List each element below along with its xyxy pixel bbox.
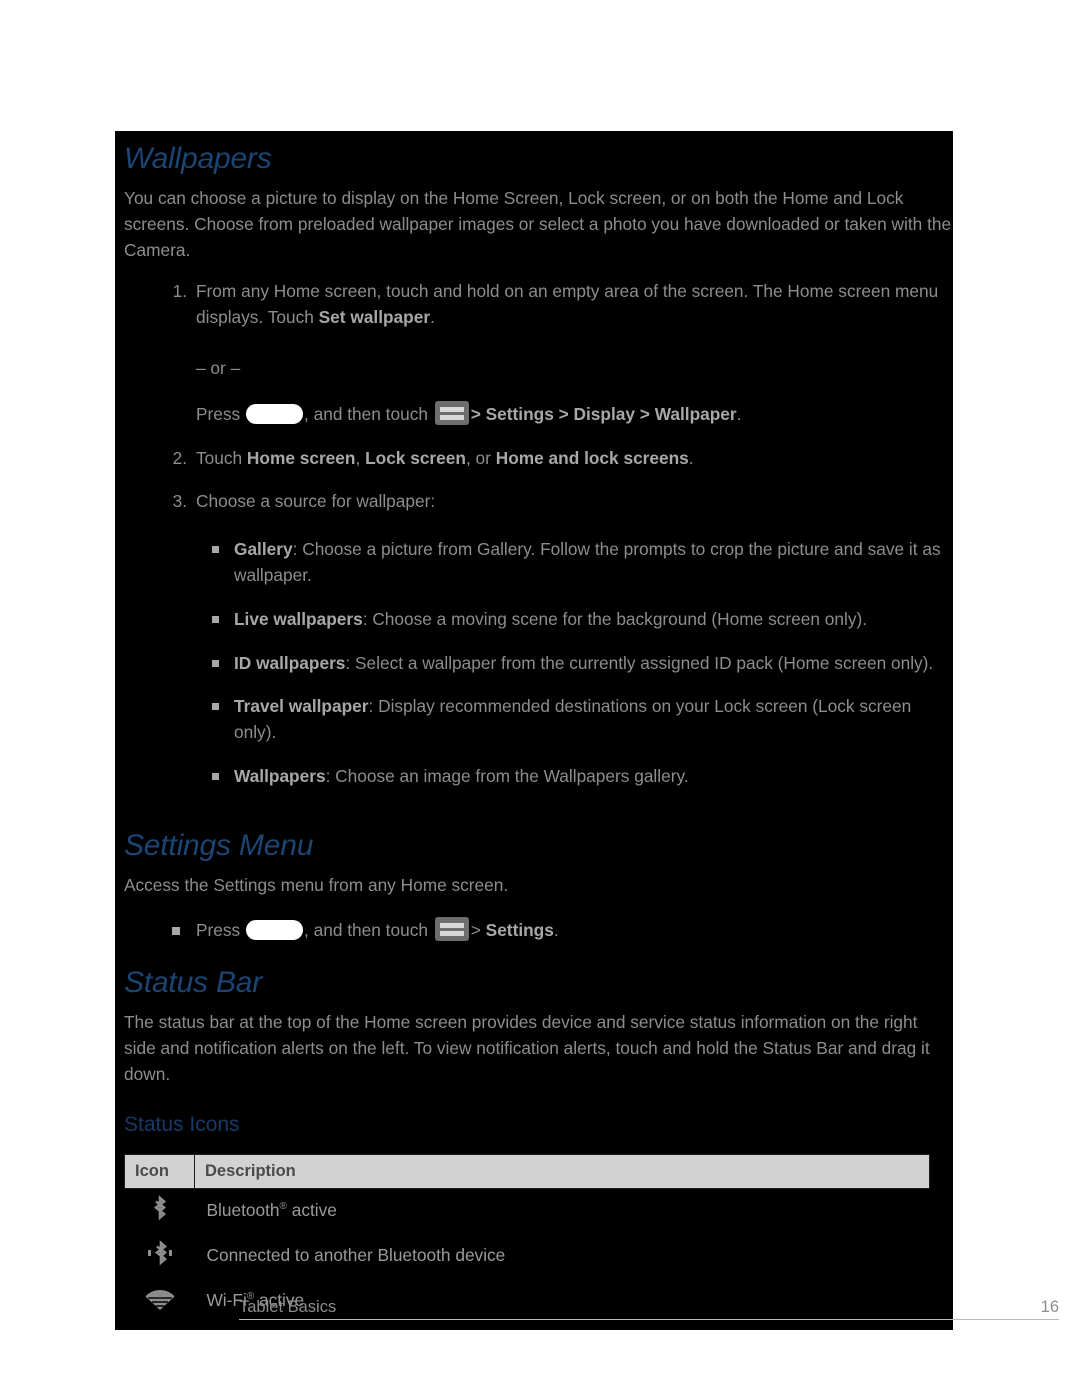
bluetooth-connected-icon — [145, 1239, 175, 1272]
step-3-number: 3. — [172, 491, 187, 512]
square-bullet-icon — [212, 772, 219, 780]
step-2: 2. Touch Home screen, Lock screen, or Ho… — [124, 446, 953, 490]
list-item-wallpapers: Wallpapers: Choose an image from the Wal… — [124, 764, 953, 790]
square-bullet-icon — [212, 703, 219, 711]
step-2-period: . — [688, 447, 694, 468]
table-head: Icon Description — [124, 1153, 930, 1189]
menu-key-icon[interactable] — [434, 400, 469, 425]
step-2-option-home-screen: Home screen — [246, 447, 356, 468]
home-key-icon[interactable] — [246, 919, 303, 940]
step-1-or-separator: – or – — [196, 357, 241, 378]
list-item-travel-wallpaper: Travel wallpaper: Display recommended de… — [124, 694, 953, 746]
table-header-row: Icon Description — [124, 1153, 930, 1189]
step-3-text: Choose a source for wallpaper: — [196, 491, 436, 512]
press-label: Press — [196, 919, 241, 940]
square-bullet-icon — [172, 926, 180, 935]
step-2-option-home-and-lock: Home and lock screens — [495, 447, 689, 468]
desc-text-post: active — [286, 1200, 337, 1221]
cell-icon — [125, 1188, 195, 1233]
source-desc-wallpapers: : Choose an image from the Wallpapers ga… — [325, 765, 689, 786]
after-home-text: , and then touch — [304, 919, 428, 940]
page-content: Wallpapers You can choose a picture to d… — [124, 131, 953, 1323]
subheading-status-icons: Status Icons — [124, 1112, 240, 1136]
menu-key-bar-bottom — [439, 930, 464, 936]
bluetooth-icon — [149, 1194, 171, 1227]
menu-key-icon[interactable] — [434, 916, 469, 941]
press-label: Press — [196, 403, 241, 424]
settings-menu-steps: Press , and then touch > Settings. — [124, 916, 953, 944]
printed-page-area: Wallpapers You can choose a picture to d… — [115, 131, 1059, 1330]
source-term-gallery: Gallery — [234, 539, 293, 560]
source-desc-gallery: : Choose a picture from Gallery. Follow … — [234, 539, 941, 585]
menu-path-settings: Settings — [485, 919, 554, 940]
column-header-icon: Icon — [124, 1153, 195, 1189]
square-bullet-icon — [212, 615, 219, 623]
step-2-sep-2: , or — [465, 447, 496, 468]
source-term-live-wallpapers: Live wallpapers — [234, 608, 363, 629]
page-title-settings-menu: Settings Menu — [124, 828, 314, 862]
step-1-bold-set-wallpaper: Set wallpaper — [318, 307, 431, 328]
source-desc-id-wallpapers: : Select a wallpaper from the currently … — [345, 652, 934, 673]
list-item-gallery: Gallery: Choose a picture from Gallery. … — [124, 537, 953, 589]
table-row: Connected to another Bluetooth device — [125, 1233, 930, 1278]
settings-step-period: . — [553, 919, 559, 940]
list-item-id-wallpapers: ID wallpapers: Select a wallpaper from t… — [124, 651, 953, 677]
step-1-alt-path: Press , and then touch > Settings > Disp… — [196, 400, 953, 428]
step-2-sep-1: , — [355, 447, 366, 468]
cell-icon — [125, 1233, 195, 1278]
settings-menu-intro: Access the Settings menu from any Home s… — [124, 874, 509, 895]
footer-section-label: Tablet Basics — [239, 1298, 337, 1316]
footer-page-number: 16 — [1040, 1298, 1059, 1316]
menu-key-frame — [434, 400, 469, 425]
document-page: Wallpapers You can choose a picture to d… — [0, 0, 1080, 1397]
step-1-text-b: . — [430, 307, 435, 328]
source-desc-live-wallpapers: : Choose a moving scene for the backgrou… — [362, 608, 868, 629]
wallpaper-source-list: Gallery: Choose a picture from Gallery. … — [124, 537, 953, 790]
step-1: 1. From any Home screen, touch and hold … — [124, 279, 953, 445]
square-bullet-icon — [212, 659, 219, 667]
wifi-icon — [144, 1285, 176, 1316]
menu-key-bar-top — [439, 922, 464, 928]
source-term-id-wallpapers: ID wallpapers — [234, 652, 346, 673]
step-1-text-a: From any Home screen, touch and hold on … — [196, 281, 939, 328]
menu-path-arrow: > — [470, 919, 481, 940]
step-3: 3. Choose a source for wallpaper: — [124, 489, 953, 515]
wallpapers-intro: You can choose a picture to display on t… — [124, 188, 952, 260]
page-title-status-bar: Status Bar — [124, 966, 263, 1000]
square-bullet-icon — [212, 546, 219, 554]
step-2-option-lock-screen: Lock screen — [365, 447, 466, 468]
status-bar-intro: The status bar at the top of the Home sc… — [124, 1012, 930, 1084]
registered-mark: ® — [279, 1201, 287, 1213]
step-2-prefix: Touch — [196, 447, 247, 468]
step-1-path-period: . — [736, 403, 742, 424]
page-title-wallpapers: Wallpapers — [124, 142, 272, 175]
menu-key-frame — [434, 916, 469, 941]
wallpapers-steps: 1. From any Home screen, touch and hold … — [124, 279, 953, 515]
cell-description: Connected to another Bluetooth device — [195, 1233, 930, 1278]
source-term-travel-wallpaper: Travel wallpaper — [234, 696, 369, 717]
cell-description: Bluetooth® active — [195, 1188, 930, 1233]
menu-key-bar-top — [439, 406, 464, 412]
step-1-menu-path: > Settings > Display > Wallpaper — [470, 403, 737, 424]
settings-menu-step: Press , and then touch > Settings. — [124, 916, 953, 944]
menu-key-bar-bottom — [439, 414, 464, 420]
list-item-live-wallpapers: Live wallpapers: Choose a moving scene f… — [124, 607, 953, 633]
column-header-description: Description — [194, 1153, 930, 1189]
home-key-icon[interactable] — [246, 403, 303, 424]
table-row: Bluetooth® active — [125, 1188, 930, 1233]
step-2-number: 2. — [172, 447, 187, 468]
source-term-wallpapers: Wallpapers — [234, 765, 326, 786]
desc-text: Bluetooth — [206, 1200, 280, 1221]
step-1-number: 1. — [172, 281, 187, 302]
cell-icon — [125, 1278, 195, 1323]
page-footer: Tablet Basics 16 — [239, 1298, 1059, 1320]
desc-text: Connected to another Bluetooth device — [206, 1245, 506, 1266]
after-home-text: , and then touch — [304, 403, 428, 424]
